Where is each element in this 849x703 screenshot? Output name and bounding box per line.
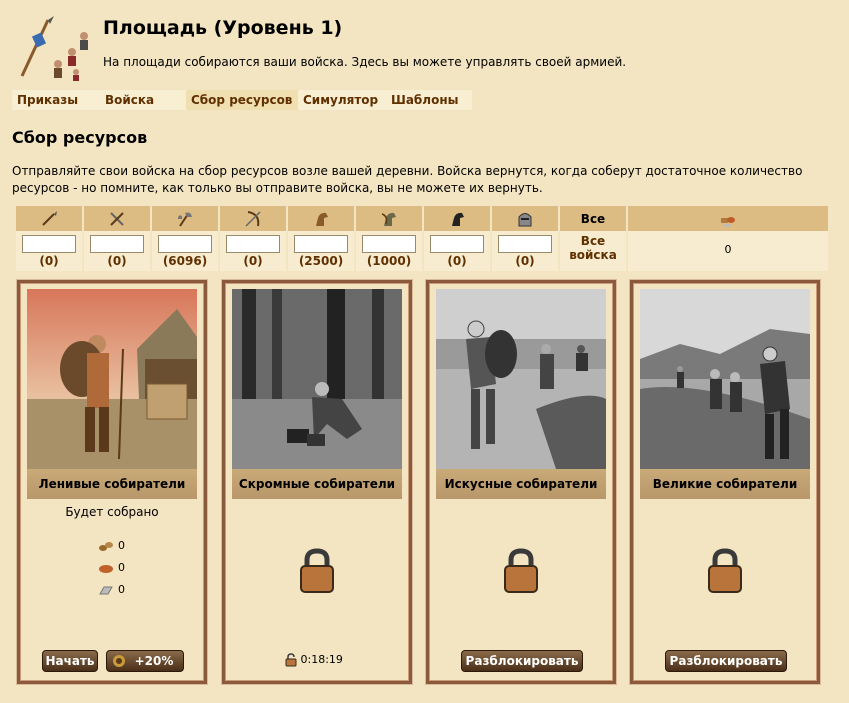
unit-header-sword <box>84 206 150 231</box>
tab-scavenging[interactable]: Сбор ресурсов <box>186 90 298 110</box>
wood-row: 0 <box>98 539 125 552</box>
iron-icon <box>99 586 113 595</box>
light-cavalry-icon <box>316 212 328 226</box>
archer-input[interactable] <box>226 235 280 253</box>
unlock-button[interactable]: Разблокировать <box>665 650 787 672</box>
lock-icon <box>504 548 538 593</box>
carry-capacity-header <box>628 206 828 231</box>
carry-capacity-cell: 0 <box>628 231 828 271</box>
unit-header-heavy-cavalry <box>424 206 490 231</box>
start-button[interactable]: Начать <box>42 650 98 672</box>
clay-icon <box>99 565 113 573</box>
tab-bar: Приказы Войска Сбор ресурсов Симулятор Ш… <box>12 90 472 110</box>
clay-row: 0 <box>98 561 125 574</box>
spear-icon <box>42 210 57 226</box>
unit-header-spear <box>16 206 82 231</box>
mounted-archer-icon <box>381 212 396 226</box>
carry-capacity-value: 0 <box>724 243 732 256</box>
unit-cell-knight: (0) <box>492 231 558 271</box>
axe-input[interactable] <box>158 235 212 253</box>
iron-value: 0 <box>118 583 125 596</box>
heavy-cavalry-icon <box>452 212 464 226</box>
mounted-archer-input[interactable] <box>362 235 416 253</box>
unit-cell-spear: (0) <box>16 231 82 271</box>
unit-cell-archer: (0) <box>220 231 286 271</box>
wood-icon <box>99 542 113 551</box>
premium-bonus-icon <box>113 655 125 667</box>
option-name: Скромные собиратели <box>232 469 402 499</box>
option-name: Великие собиратели <box>640 469 810 499</box>
sword-icon <box>110 211 124 226</box>
knight-icon <box>518 212 532 226</box>
rally-point-icon <box>20 16 88 81</box>
unit-cell-light-cavalry: (2500) <box>288 231 354 271</box>
unit-header-light-cavalry <box>288 206 354 231</box>
all-troops-link[interactable]: Все войска <box>560 234 626 262</box>
axe-count[interactable]: (6096) <box>152 254 218 268</box>
option-name: Искусные собиратели <box>436 469 606 499</box>
unit-header-knight <box>492 206 558 231</box>
troop-table: Все (0) (0) (6096) (0) (2500) (1000) (0)… <box>14 206 830 271</box>
knight-count[interactable]: (0) <box>492 254 558 268</box>
light-cavalry-input[interactable] <box>294 235 348 253</box>
unit-cell-sword: (0) <box>84 231 150 271</box>
mounted-archer-count[interactable]: (1000) <box>356 254 422 268</box>
tab-troops[interactable]: Войска <box>100 90 186 110</box>
resources-icon <box>721 216 735 227</box>
section-description: Отправляйте свои войска на сбор ресурсов… <box>12 164 803 195</box>
tab-templates[interactable]: Шаблоны <box>386 90 472 110</box>
heavy-cavalry-input[interactable] <box>430 235 484 253</box>
iron-row: 0 <box>98 583 125 596</box>
spear-count[interactable]: (0) <box>16 254 82 268</box>
spear-input[interactable] <box>22 235 76 253</box>
bow-icon <box>245 210 261 227</box>
lazy-gatherers-image <box>27 289 197 469</box>
all-troops-cell: Все войска <box>560 231 626 271</box>
unlock-timer: 0:18:19 <box>285 653 343 667</box>
tab-simulator[interactable]: Симулятор <box>298 90 386 110</box>
unit-cell-mounted-archer: (1000) <box>356 231 422 271</box>
sword-input[interactable] <box>90 235 144 253</box>
scavenge-option-modest: Скромные собиратели 0:18:19 <box>222 280 412 684</box>
clay-value: 0 <box>118 561 125 574</box>
unit-header-axe <box>152 206 218 231</box>
sword-count[interactable]: (0) <box>84 254 150 268</box>
timer-lock-icon <box>285 653 297 667</box>
knight-input[interactable] <box>498 235 552 253</box>
lock-icon <box>708 548 742 593</box>
heavy-cavalry-count[interactable]: (0) <box>424 254 490 268</box>
scavenge-option-lazy: Ленивые собиратели Будет собрано 0 0 0 Н… <box>17 280 207 684</box>
section-title: Сбор ресурсов <box>12 128 148 147</box>
unit-header-archer <box>220 206 286 231</box>
unit-cell-axe: (6096) <box>152 231 218 271</box>
premium-bonus-label: +20% <box>134 654 174 668</box>
scavenge-option-skilled: Искусные собиратели Разблокировать <box>426 280 616 684</box>
premium-bonus-button[interactable]: +20% <box>106 650 184 672</box>
timer-value: 0:18:19 <box>300 653 343 666</box>
unit-header-mounted-archer <box>356 206 422 231</box>
lock-icon <box>300 548 334 593</box>
great-gatherers-image <box>640 289 810 469</box>
wood-value: 0 <box>118 539 125 552</box>
will-collect-label: Будет собрано <box>65 505 159 519</box>
option-name: Ленивые собиратели <box>27 469 197 499</box>
unit-cell-heavy-cavalry: (0) <box>424 231 490 271</box>
axe-icon <box>178 212 192 227</box>
archer-count[interactable]: (0) <box>220 254 286 268</box>
skilled-gatherers-image <box>436 289 606 469</box>
tab-orders[interactable]: Приказы <box>12 90 100 110</box>
light-cavalry-count[interactable]: (2500) <box>288 254 354 268</box>
unlock-button[interactable]: Разблокировать <box>461 650 583 672</box>
modest-gatherers-image <box>232 289 402 469</box>
rally-point-page: Площадь (Уровень 1) На площади собираютс… <box>0 0 849 703</box>
scavenge-option-great: Великие собиратели Разблокировать <box>630 280 820 684</box>
page-title: Площадь (Уровень 1) <box>103 17 343 39</box>
page-description: На площади собираются ваши войска. Здесь… <box>103 55 627 69</box>
all-troops-header: Все <box>560 206 626 231</box>
